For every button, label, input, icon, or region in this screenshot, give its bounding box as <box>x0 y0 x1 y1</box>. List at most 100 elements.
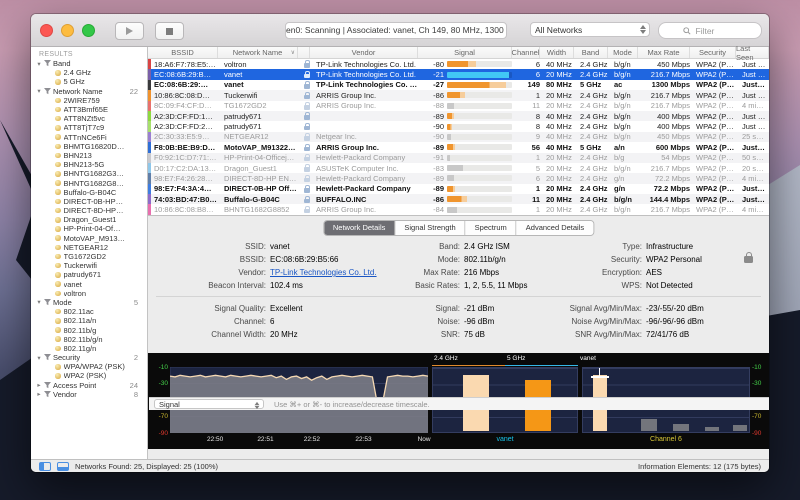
graph-series-select[interactable]: Signal <box>154 399 264 409</box>
disclosure-triangle-icon[interactable]: ▾ <box>36 60 42 68</box>
sidebar-item-tuckerwifi[interactable]: Tuckerwifi <box>31 261 147 270</box>
tab-signal-strength[interactable]: Signal Strength <box>395 221 465 235</box>
column-header-ch[interactable]: Channel <box>512 47 540 58</box>
sidebar-group-mode[interactable]: ▾Mode5 <box>31 298 147 307</box>
signal-bar-fill <box>447 103 454 109</box>
disclosure-triangle-icon[interactable]: ▸ <box>36 390 42 398</box>
table-row[interactable]: F8:0B:BE:B9:D…MotoVAP_M913225A0HY8ARRIS … <box>148 142 769 152</box>
sidebar-item-netgear12[interactable]: NETGEAR12 <box>31 243 147 252</box>
disclosure-triangle-icon[interactable]: ▾ <box>36 354 42 362</box>
sidebar-item-bhn213[interactable]: BHN213 <box>31 151 147 160</box>
column-header-seen[interactable]: Last Seen <box>736 47 769 58</box>
table-row[interactable]: 18:A6:F7:78:E5:…voltronTP-Link Technolog… <box>148 59 769 69</box>
sidebar-item-2wire759[interactable]: 2WIRE759 <box>31 96 147 105</box>
table-row[interactable]: 2C:30:33:E5:9…NETGEAR12Netgear Inc.-9094… <box>148 132 769 142</box>
table-row[interactable]: D0:17:C2:DA:13…Dragon_Guest1ASUSTeK Comp… <box>148 163 769 173</box>
filter-input[interactable] <box>694 25 738 37</box>
cell-bssid: F8:0B:BE:B9:D… <box>151 143 221 152</box>
column-header-rate[interactable]: Max Rate <box>638 47 690 58</box>
cell-bssid: EC:08:6B:29:… <box>151 80 221 89</box>
cell-bssid: 10:86:8C:08:B8… <box>151 205 221 214</box>
sidebar-item-voltron[interactable]: voltron <box>31 289 147 298</box>
sidebar-item-bhntg1682g8-[interactable]: BHNTG1682G8… <box>31 178 147 187</box>
sidebar-item-802-11b-g-n[interactable]: 802.11b/g/n <box>31 335 147 344</box>
filter-search-field[interactable] <box>658 22 762 39</box>
column-header-vendor[interactable]: Vendor <box>310 47 418 58</box>
sidebar-item-802-11ac[interactable]: 802.11ac <box>31 307 147 316</box>
networks-found-status: Networks Found: 25, Displayed: 25 (100%) <box>75 462 218 471</box>
sidebar-item-tg1672gd2[interactable]: TG1672GD2 <box>31 252 147 261</box>
sidebar-item-bhn213-5g[interactable]: BHN213-5G <box>31 160 147 169</box>
sidebar-item-direct-8d-hp-[interactable]: DIRECT-8D-HP… <box>31 206 147 215</box>
column-header-name[interactable]: Network Name∨ <box>218 47 298 58</box>
table-row[interactable]: EC:08:6B:29:B…vanetTP-Link Technologies … <box>148 69 769 79</box>
network-scope-select[interactable]: All Networks <box>530 22 650 37</box>
sidebar-item-wpa2-psk-[interactable]: WPA2 (PSK) <box>31 371 147 380</box>
disclosure-triangle-icon[interactable]: ▾ <box>36 298 42 306</box>
sidebar-item-vanet[interactable]: vanet <box>31 280 147 289</box>
sidebar-item-buffalo-g-b04c[interactable]: Buffalo-G-B04C <box>31 188 147 197</box>
disclosure-triangle-icon[interactable]: ▾ <box>36 87 42 95</box>
sidebar-item-dragon-guest1[interactable]: Dragon_Guest1 <box>31 215 147 224</box>
sidebar-item-patrudy671[interactable]: patrudy671 <box>31 270 147 279</box>
sidebar-item-802-11g-n[interactable]: 802.11g/n <box>31 344 147 353</box>
sidebar-group-access-point[interactable]: ▸Access Point24 <box>31 381 147 390</box>
table-row[interactable]: 98:E7:F4:26:28…DIRECT-8D-HP ENVY 451…Hew… <box>148 173 769 183</box>
table-row[interactable]: 74:03:BD:47:B0…Buffalo-G-B04CBUFFALO.INC… <box>148 194 769 204</box>
sidebar-item-direct-0b-hp-[interactable]: DIRECT-0B-HP… <box>31 197 147 206</box>
sidebar-item-bhmtg16820d-[interactable]: BHMTG16820D… <box>31 142 147 151</box>
table-row[interactable]: A2:3D:CF:FD:2…patrudy671-90840 MHz2.4 GH… <box>148 121 769 131</box>
details-value[interactable]: TP-Link Technologies Co. Ltd. <box>270 268 377 277</box>
tab-spectrum[interactable]: Spectrum <box>466 221 517 235</box>
sidebar-group-security[interactable]: ▾Security2 <box>31 353 147 362</box>
sidebar-item-bhntg1682g3-[interactable]: BHNTG1682G3… <box>31 169 147 178</box>
sidebar-item-label: Tuckerwifi <box>64 261 97 270</box>
column-header-band[interactable]: Band <box>574 47 608 58</box>
scan-play-button[interactable] <box>115 22 144 40</box>
table-row[interactable]: 8C:09:F4:CF:D…TG1672GD2ARRIS Group Inc.-… <box>148 101 769 111</box>
sidebar-item-att8tjt7c9[interactable]: ATT8TjT7c9 <box>31 123 147 132</box>
sidebar-item-attnnce6fi[interactable]: ATTnNCe6Fi <box>31 133 147 142</box>
sidebar-item-5-ghz[interactable]: 5 GHz <box>31 77 147 86</box>
signal-bar <box>447 165 512 171</box>
disclosure-triangle-icon[interactable]: ▸ <box>36 381 42 389</box>
sidebar-group-network-name[interactable]: ▾Network Name22 <box>31 87 147 96</box>
cell-max-rate: 216.7 Mbps <box>641 91 693 100</box>
toggle-bottom-panel-icon[interactable] <box>57 462 69 471</box>
scan-status-display: en0: Scanning | Associated: vanet, Ch 14… <box>285 22 507 39</box>
cell-band: 2.4 GHz <box>577 122 611 131</box>
sidebar-item-motovap-m913-[interactable]: MotoVAP_M913… <box>31 234 147 243</box>
sidebar-item-att8nzt5vc[interactable]: ATT8NZt5vc <box>31 114 147 123</box>
table-row[interactable]: EC:08:6B:29:…vanetTP-Link Technologies C… <box>148 80 769 90</box>
close-button[interactable] <box>40 24 53 37</box>
tab-network-details[interactable]: Network Details <box>324 221 396 235</box>
tab-advanced-details[interactable]: Advanced Details <box>517 221 593 235</box>
column-header-bssid[interactable]: BSSID <box>148 47 218 58</box>
table-row[interactable]: 10:86:8C:08:B8…BHNTG1682G8852ARRIS Group… <box>148 204 769 214</box>
sidebar-item-802-11a-n[interactable]: 802.11a/n <box>31 316 147 325</box>
sidebar-group-vendor[interactable]: ▸Vendor8 <box>31 390 147 399</box>
zoom-button[interactable] <box>82 24 95 37</box>
sidebar-item-802-11b-g[interactable]: 802.11b/g <box>31 325 147 334</box>
scan-stop-button[interactable] <box>155 22 184 40</box>
table-row[interactable]: 98:E7:F4:3A:4…DIRECT-0B-HP OfficeJet…Hew… <box>148 184 769 194</box>
column-header-mode[interactable]: Mode <box>608 47 638 58</box>
details-value: 75 dB <box>464 330 485 339</box>
table-row[interactable]: A2:3D:CF:FD:1…patrudy671-89840 MHz2.4 GH… <box>148 111 769 121</box>
table-row[interactable]: 10:86:8C:08:D…TuckerwifiARRIS Group Inc.… <box>148 90 769 100</box>
minimize-button[interactable] <box>61 24 74 37</box>
filter-funnel-icon <box>44 391 51 398</box>
cell-signal: -89 <box>421 174 515 183</box>
toggle-sidebar-icon[interactable] <box>39 462 51 471</box>
sidebar-group-band[interactable]: ▾Band <box>31 59 147 68</box>
details-label: Basic Rates: <box>398 281 460 290</box>
sidebar-item-wpa-wpa2-psk-[interactable]: WPA/WPA2 (PSK) <box>31 362 147 371</box>
column-header-signal[interactable]: Signal <box>418 47 512 58</box>
column-header-w[interactable]: Width <box>540 47 574 58</box>
filter-funnel-icon <box>44 382 51 389</box>
sidebar-item-hp-print-04-of-[interactable]: HP-Print-04-Of… <box>31 224 147 233</box>
sidebar-item-att3bmf65e[interactable]: ATT3Bmf65E <box>31 105 147 114</box>
column-header-sec[interactable]: Security <box>690 47 736 58</box>
table-row[interactable]: F0:92:1C:D7:71:…HP-Print-04-Officejet 46… <box>148 153 769 163</box>
sidebar-item-2-4-ghz[interactable]: 2.4 GHz <box>31 68 147 77</box>
